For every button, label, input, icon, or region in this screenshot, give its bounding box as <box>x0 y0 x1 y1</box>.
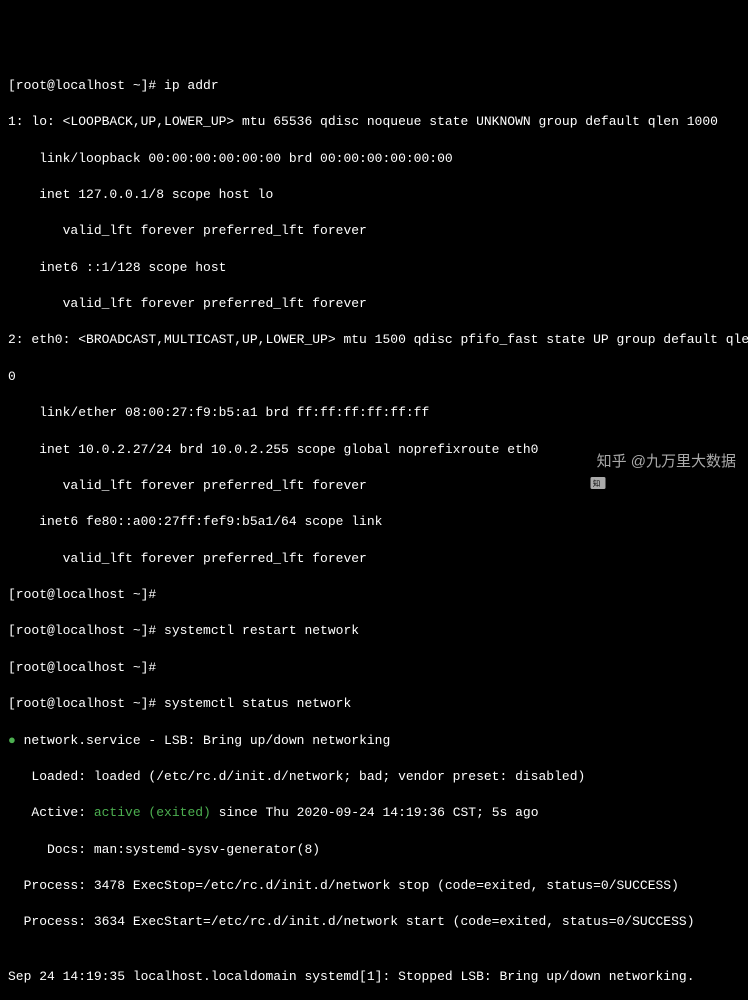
prompt-empty-1[interactable]: [root@localhost ~]# <box>8 586 740 604</box>
ip-eth0-inet6: inet6 fe80::a00:27ff:fef9:b5a1/64 scope … <box>8 513 740 531</box>
ip-eth0-link: link/ether 08:00:27:f9:b5:a1 brd ff:ff:f… <box>8 404 740 422</box>
ip-lo-header: 1: lo: <LOOPBACK,UP,LOWER_UP> mtu 65536 … <box>8 113 740 131</box>
ip-lo-valid6: valid_lft forever preferred_lft forever <box>8 295 740 313</box>
status-active-since: since Thu 2020-09-24 14:19:36 CST; 5s ag… <box>211 805 539 820</box>
status-loaded: Loaded: loaded (/etc/rc.d/init.d/network… <box>8 768 740 786</box>
status-process-stop: Process: 3478 ExecStop=/etc/rc.d/init.d/… <box>8 877 740 895</box>
log-stopped: Sep 24 14:19:35 localhost.localdomain sy… <box>8 968 740 986</box>
ip-lo-link: link/loopback 00:00:00:00:00:00 brd 00:0… <box>8 150 740 168</box>
ip-eth0-header: 2: eth0: <BROADCAST,MULTICAST,UP,LOWER_U… <box>8 331 740 349</box>
ip-eth0-inet: inet 10.0.2.27/24 brd 10.0.2.255 scope g… <box>8 441 740 459</box>
ip-eth0-valid: valid_lft forever preferred_lft forever <box>8 477 740 495</box>
cmd-restart-network: [root@localhost ~]# systemctl restart ne… <box>8 622 740 640</box>
ip-lo-inet6: inet6 ::1/128 scope host <box>8 259 740 277</box>
ip-lo-valid: valid_lft forever preferred_lft forever <box>8 222 740 240</box>
ip-eth0-valid6: valid_lft forever preferred_lft forever <box>8 550 740 568</box>
status-service-text: network.service - LSB: Bring up/down net… <box>16 733 390 748</box>
prompt-empty-2[interactable]: [root@localhost ~]# <box>8 659 740 677</box>
cmd-ip-addr: [root@localhost ~]# ip addr <box>8 77 740 95</box>
status-docs: Docs: man:systemd-sysv-generator(8) <box>8 841 740 859</box>
status-active-line: Active: active (exited) since Thu 2020-0… <box>8 804 740 822</box>
bullet-icon: ● <box>8 733 16 748</box>
status-active-value: active (exited) <box>94 805 211 820</box>
status-active-label: Active: <box>8 805 94 820</box>
cmd-status-network: [root@localhost ~]# systemctl status net… <box>8 695 740 713</box>
ip-lo-inet: inet 127.0.0.1/8 scope host lo <box>8 186 740 204</box>
ip-eth0-header-wrap: 0 <box>8 368 740 386</box>
status-process-start: Process: 3634 ExecStart=/etc/rc.d/init.d… <box>8 913 740 931</box>
status-service-line: ● network.service - LSB: Bring up/down n… <box>8 732 740 750</box>
